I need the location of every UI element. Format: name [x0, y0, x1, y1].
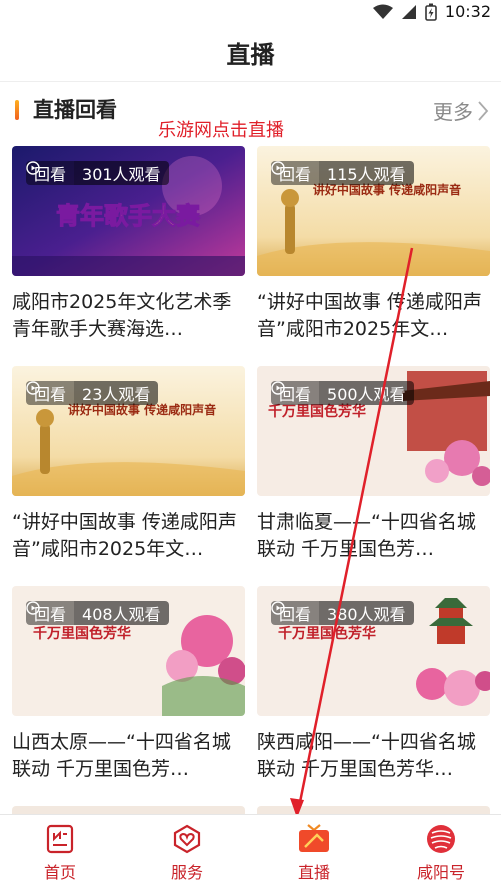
- video-thumbnail[interactable]: 千万里国色芳华 回看 380人观看: [257, 586, 490, 716]
- xianyang-logo-icon: [427, 825, 455, 853]
- video-thumbnail[interactable]: 千万里国色芳华 回看 408人观看: [12, 586, 245, 716]
- tab-home[interactable]: 首页: [10, 823, 110, 883]
- video-thumbnail[interactable]: 讲好中国故事 传递咸阳声音 回看 23人观看: [12, 366, 245, 496]
- video-title[interactable]: “讲好中国故事 传递咸阳声音”咸阳市2025年文…: [12, 509, 245, 563]
- status-icons: 10:32: [372, 2, 491, 21]
- battery-icon: [425, 3, 437, 21]
- video-title[interactable]: 陕西咸阳——“十四省名城联动 千万里国色芳华…: [257, 729, 490, 783]
- view-count: 23人观看: [74, 381, 159, 405]
- play-icon: [271, 381, 285, 395]
- video-card[interactable]: 青年歌手大赛 回看 301人观看 咸阳市2025年文化艺术季青年歌手大赛海选…: [12, 146, 245, 343]
- replay-badge: 回看 115人观看: [271, 161, 414, 185]
- tab-service[interactable]: 服务: [137, 823, 237, 883]
- badge-play: 回看: [271, 381, 320, 405]
- badge-play: 回看: [271, 601, 320, 625]
- replay-badge: 回看 380人观看: [271, 601, 414, 625]
- video-thumbnail[interactable]: 讲好中国故事 传递咸阳声音 回看 115人观看: [257, 146, 490, 276]
- badge-play: 回看: [26, 161, 75, 185]
- tab-xianyang[interactable]: 咸阳号: [391, 823, 491, 883]
- tab-label: 首页: [43, 863, 76, 882]
- replay-badge: 回看 301人观看: [26, 161, 169, 185]
- replay-badge: 回看 23人观看: [26, 381, 159, 405]
- replay-badge: 回看 500人观看: [271, 381, 414, 405]
- play-icon: [271, 161, 285, 175]
- video-title[interactable]: 甘肃临夏——“十四省名城联动 千万里国色芳…: [257, 509, 490, 563]
- service-heart-icon: [173, 824, 201, 854]
- signal-icon: [401, 4, 416, 19]
- thumbnail-text: 千万里国色芳华: [278, 625, 376, 642]
- video-title[interactable]: 咸阳市2025年文化艺术季青年歌手大赛海选…: [12, 289, 245, 343]
- play-icon: [26, 381, 40, 395]
- video-title[interactable]: “讲好中国故事 传递咸阳声音”咸阳市2025年文…: [257, 289, 490, 343]
- video-card[interactable]: 千万里国色芳华 回看 500人观看 甘肃临夏——“十四省名城联动 千万里国色芳…: [257, 366, 490, 563]
- status-bar: 10:32: [0, 0, 501, 24]
- play-icon: [271, 601, 285, 615]
- next-row-peek: [12, 806, 490, 814]
- live-tv-icon: [299, 824, 329, 852]
- badge-play: 回看: [26, 381, 75, 405]
- view-count: 301人观看: [74, 161, 169, 185]
- status-time: 10:32: [444, 2, 491, 21]
- more-link[interactable]: 更多: [433, 96, 489, 125]
- video-title[interactable]: 山西太原——“十四省名城联动 千万里国色芳…: [12, 729, 245, 783]
- badge-play: 回看: [271, 161, 320, 185]
- video-card[interactable]: 讲好中国故事 传递咸阳声音 回看 115人观看 “讲好中国故事 传递咸阳声音”咸…: [257, 146, 490, 343]
- page-title: 直播: [226, 41, 275, 69]
- view-count: 500人观看: [319, 381, 414, 405]
- bottom-tab-bar: 首页 服务 直播 咸阳号: [0, 814, 501, 890]
- video-card[interactable]: 千万里国色芳华 回看 380人观看 陕西咸阳——“十四省名城联动 千万里国色芳华…: [257, 586, 490, 783]
- tab-label: 咸阳号: [416, 863, 465, 882]
- video-thumbnail[interactable]: 青年歌手大赛 回看 301人观看: [12, 146, 245, 276]
- chevron-right-icon: [478, 100, 489, 121]
- view-count: 380人观看: [319, 601, 414, 625]
- thumbnail-text: 千万里国色芳华: [33, 625, 131, 642]
- video-thumbnail[interactable]: 千万里国色芳华 回看 500人观看: [257, 366, 490, 496]
- badge-play: 回看: [26, 601, 75, 625]
- play-icon: [26, 161, 40, 175]
- video-card[interactable]: 讲好中国故事 传递咸阳声音 回看 23人观看 “讲好中国故事 传递咸阳声音”咸阳…: [12, 366, 245, 563]
- thumbnail-text: 青年歌手大赛: [56, 202, 201, 230]
- watermark-text: 乐游网点击直播: [158, 120, 284, 141]
- home-news-icon: [46, 824, 74, 854]
- play-icon: [26, 601, 40, 615]
- video-card[interactable]: 千万里国色芳华 回看 408人观看 山西太原——“十四省名城联动 千万里国色芳…: [12, 586, 245, 783]
- replay-badge: 回看 408人观看: [26, 601, 169, 625]
- tab-live[interactable]: 直播: [264, 823, 364, 883]
- tab-label: 直播: [297, 863, 330, 882]
- tab-label: 服务: [170, 863, 203, 882]
- section-title: 直播回看: [33, 98, 117, 122]
- title-bar: 直播: [0, 24, 501, 82]
- view-count: 408人观看: [74, 601, 169, 625]
- wifi-icon: [372, 4, 393, 19]
- view-count: 115人观看: [319, 161, 414, 185]
- more-label: 更多: [433, 100, 473, 124]
- section-accent-bar: [15, 100, 19, 120]
- thumbnail-text: 千万里国色芳华: [268, 403, 366, 420]
